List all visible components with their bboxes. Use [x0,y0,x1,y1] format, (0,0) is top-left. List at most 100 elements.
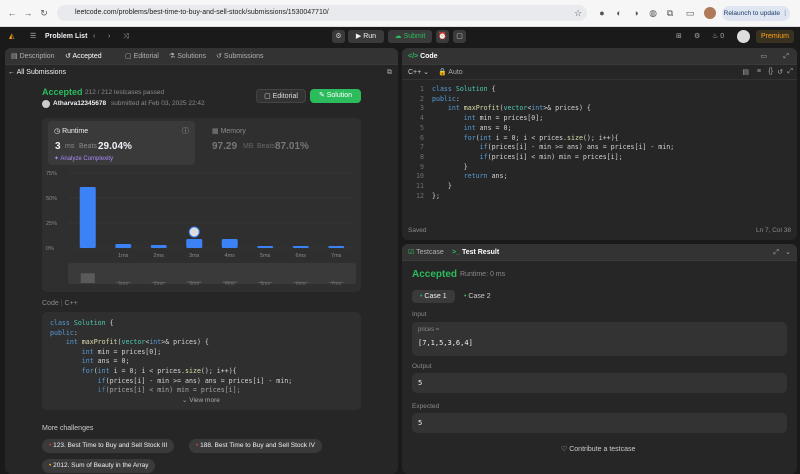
reset-icon[interactable]: ↺ [777,68,783,76]
next-problem-icon[interactable]: › [108,30,110,43]
info-icon[interactable]: ⓘ [182,126,189,136]
runtime-distribution-chart[interactable]: 75% 50% 25% 0% 1ms 2ms 3ms 4ms 5ms 6ms 7ms 1ms 2ms 3m… [42,171,361,292]
code-line[interactable]: if(prices[i] - min >= ans) ans = prices[… [432,142,675,152]
code-line[interactable]: } [432,162,468,172]
case-2-tab[interactable]: • Case 2 [460,290,495,303]
leetcode-logo-icon[interactable]: ◭ [9,30,14,43]
tab-solutions[interactable]: ⚗ Solutions [169,48,206,65]
relaunch-button[interactable]: Relaunch to update ⋮ [722,6,790,21]
chart-bar [79,187,96,248]
analyze-complexity-link[interactable]: ✦ Analyze Complexity [54,155,113,162]
language-select[interactable]: C++ ⌄ [408,68,429,76]
editorial-label: Editorial [272,93,298,100]
code-line[interactable]: int min = prices[0]; [432,113,543,123]
y-tick-label: 50% [46,196,57,202]
user-avatar[interactable] [737,30,750,43]
timer-icon[interactable]: ⏰ [436,30,449,43]
challenge-label: 188. Best Time to Buy and Sell Stock IV [200,442,315,449]
extension-icon[interactable]: ◑ [630,7,642,19]
runtime-label: ◷ Runtime [54,128,89,135]
reload-icon[interactable]: ↻ [38,7,50,19]
settings-icon[interactable]: ⚙ [694,30,700,43]
code-line[interactable]: if(prices[i] < min) min = prices[i]; [432,152,623,162]
sidebar-icon[interactable]: ▭ [684,7,696,19]
bookmark-star-icon[interactable]: ☆ [572,7,584,19]
line-number: 12 [416,191,424,200]
extension-icon[interactable]: ◍ [647,7,659,19]
tab-description[interactable]: ▤ Description [11,48,55,65]
extension-icon[interactable]: ◐ [613,7,625,19]
challenge-chip[interactable]: • 188. Best Time to Buy and Sell Stock I… [189,439,322,453]
contribute-testcase-link[interactable]: ♡ Contribute a testcase [561,445,635,453]
tab-accepted[interactable]: ↺ Accepted [65,48,102,65]
code-line[interactable]: return ans; [432,171,508,181]
x-tick-label: 2ms [154,253,165,259]
code-line[interactable]: }; [432,191,440,201]
tab-code[interactable]: </> Code [408,48,438,65]
share-icon[interactable]: ⧉ [387,69,392,77]
forward-icon[interactable]: → [22,7,34,19]
list-icon[interactable]: ☰ [30,30,36,43]
tab-submissions[interactable]: ↺ Submissions [216,48,264,65]
avatar[interactable] [704,7,716,19]
expected-label: Expected [412,403,440,410]
user-avatar[interactable] [42,100,50,108]
chart-bar [257,246,274,248]
extension-icon[interactable]: ● [596,7,608,19]
code-line[interactable]: class Solution { [432,84,496,94]
collapse-icon[interactable]: ⌄ [785,244,791,261]
input-var: prices = [418,327,440,333]
premium-button[interactable]: Premium [756,30,794,43]
chart-bar [115,244,132,248]
memory-beats: 87.01% [275,141,309,152]
auto-mode[interactable]: 🔒 Auto [438,68,463,76]
maximize-icon[interactable]: ⤢ [773,244,779,261]
puzzle-icon[interactable]: ⧉ [664,7,676,19]
line-number: 9 [420,162,424,171]
all-submissions-link[interactable]: ← All Submissions [8,69,66,76]
debug-icon[interactable]: ⚙ [332,30,345,43]
code-line[interactable]: int ans = 0; [432,123,512,133]
bookmark-icon[interactable]: ▤ [742,68,749,76]
case-1-tab[interactable]: • Case 1 [412,290,455,303]
maximize-icon[interactable]: ⤢ [783,48,789,65]
view-more-button[interactable]: ⌄ View more [182,396,220,404]
fullscreen-icon[interactable]: ⤢ [787,68,793,76]
format-icon[interactable]: ≡ [757,68,761,75]
tab-editorial[interactable]: ▢ Editorial [125,48,159,65]
mode-label: Auto [448,69,463,76]
back-icon[interactable]: ← [6,7,18,19]
layout-icon[interactable]: ⊞ [676,30,682,43]
code-line[interactable]: for(int i = 0; i < prices.size(); i++){ [432,133,619,143]
problem-list-link[interactable]: Problem List [45,30,87,43]
editorial-button[interactable]: ▢ Editorial [256,89,306,103]
username[interactable]: Atharva12345678 [53,100,106,107]
solution-button[interactable]: ✎ Solution [310,89,361,103]
prev-problem-icon[interactable]: ‹ [93,30,95,43]
url-text: leetcode.com/problems/best-time-to-buy-a… [75,9,329,16]
line-number: 2 [420,94,424,103]
challenge-chip[interactable]: • 123. Best Time to Buy and Sell Stock I… [42,439,175,453]
case-label: Case 1 [424,293,447,300]
shuffle-icon[interactable]: ⤨ [123,30,129,43]
code-area[interactable]: 1 class Solution {2 public: 3 int maxProfit… [402,84,797,214]
runtime-card[interactable]: ◷ Runtime ⓘ 3 ms Beats 29.04% ✦ Analyze … [48,121,195,165]
memory-label[interactable]: ▦ Memory [212,127,246,135]
x-tick-label: 1ms [118,253,129,259]
run-button[interactable]: ▶ Run [348,30,384,43]
tab-test-result[interactable]: >_ Test Result [452,244,499,261]
cursor-position: Ln 7, Col 38 [755,227,791,234]
code-line[interactable]: int maxProfit(vector<int>& prices) { [432,103,591,113]
submit-button[interactable]: ☁ Submit [388,30,432,43]
tab-testcase[interactable]: ☑ Testcase [408,244,444,261]
url-bar[interactable]: leetcode.com/problems/best-time-to-buy-a… [57,5,587,21]
streak-icon[interactable]: ♨ 0 [712,30,724,43]
challenge-chip[interactable]: • 2012. Sum of Beauty in the Array [42,459,156,473]
code-line[interactable]: } [432,181,452,191]
split-icon[interactable]: ▭ [760,48,767,65]
code-line[interactable]: public: [432,94,460,104]
code-header: Code | C++ [42,300,78,307]
notes-icon[interactable]: ▢ [453,30,466,43]
preview-code-line: public: [50,328,78,337]
braces-icon[interactable]: {} [768,68,773,75]
